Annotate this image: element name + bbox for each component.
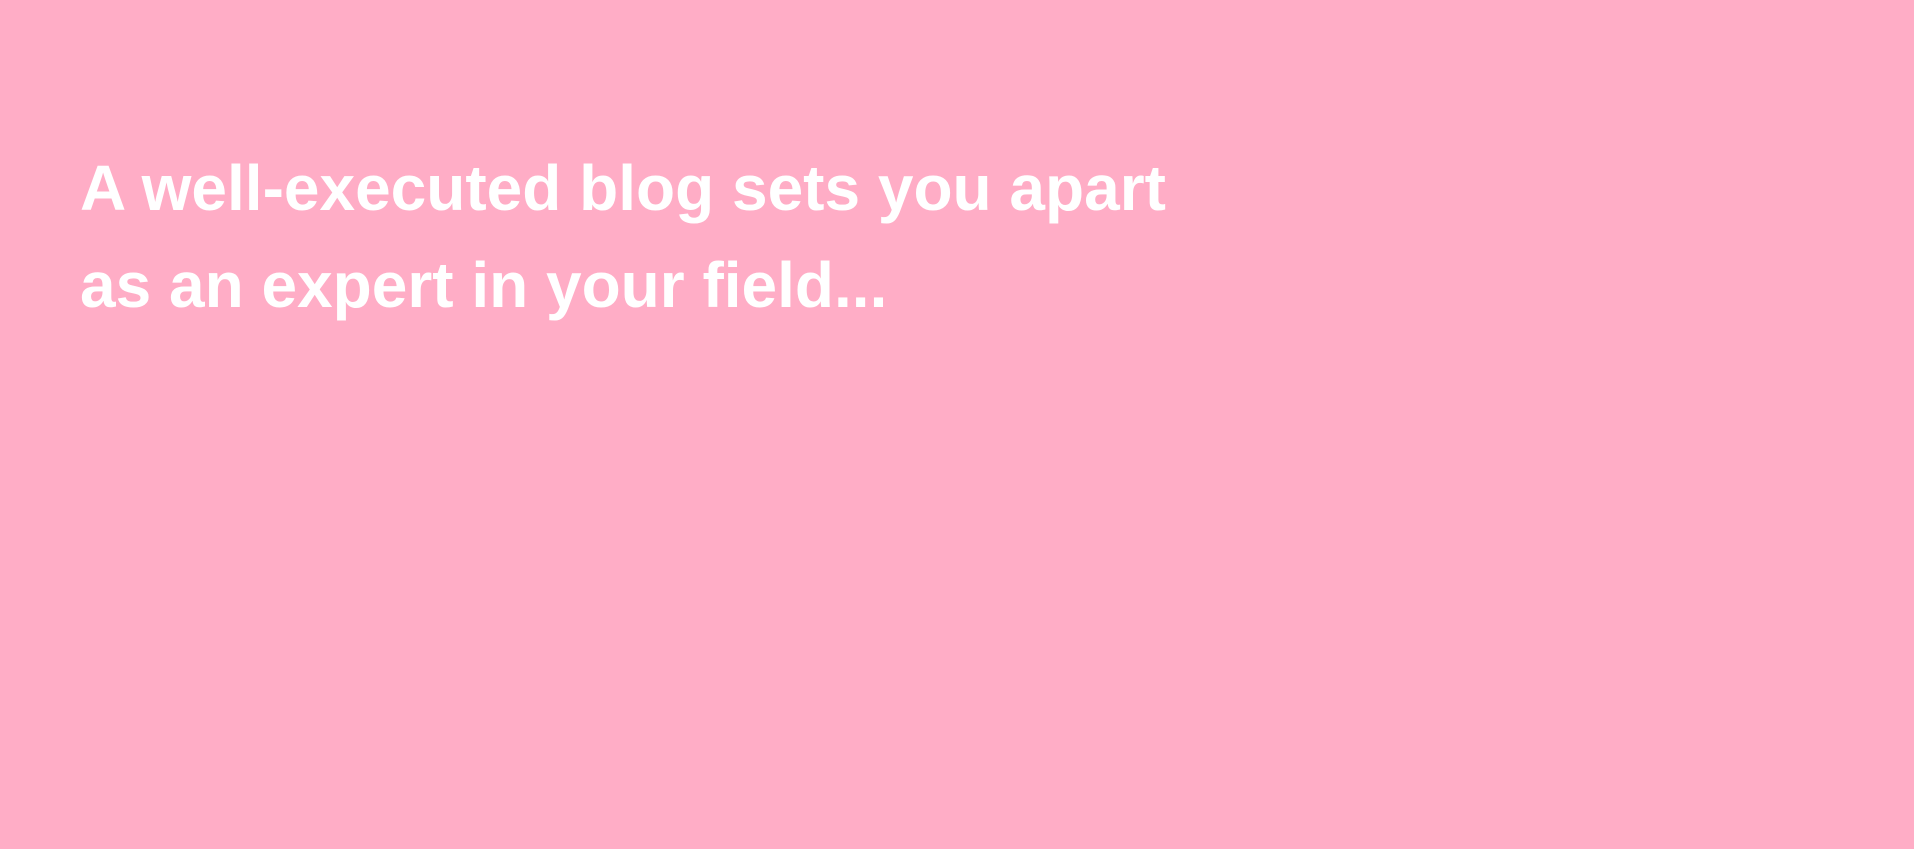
headline-text: A well-executed blog sets you apart as a… <box>80 140 1380 334</box>
slide-canvas: A well-executed blog sets you apart as a… <box>0 0 1914 849</box>
headline-line-1: A well-executed blog sets you apart <box>80 152 1166 224</box>
headline-line-2: as an expert in your field... <box>80 249 888 321</box>
